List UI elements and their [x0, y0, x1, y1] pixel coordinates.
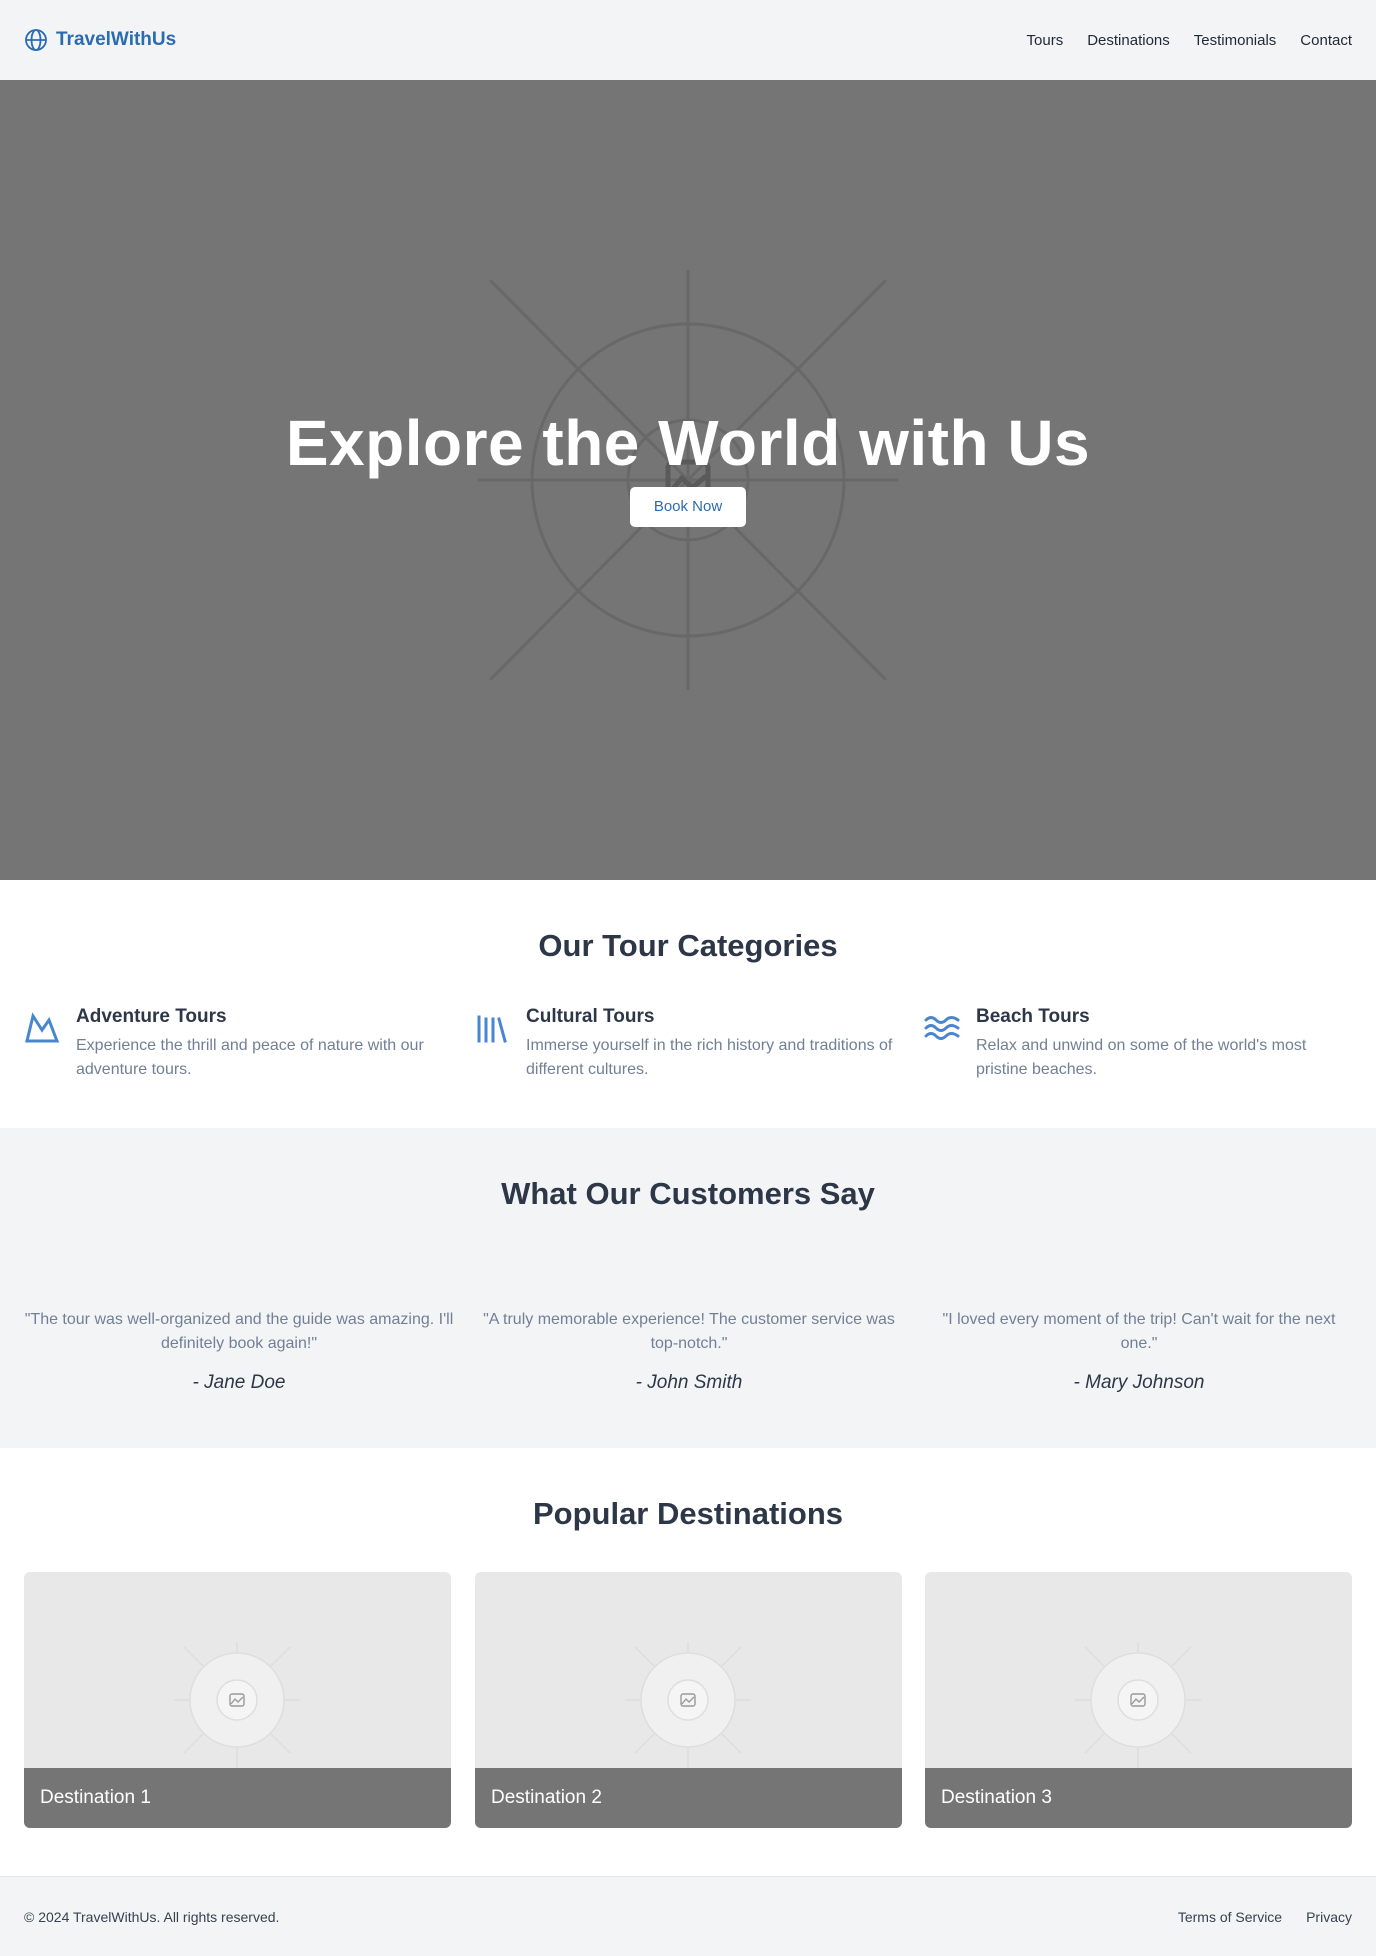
image-placeholder-icon: [1075, 1642, 1201, 1768]
testimonials-title: What Our Customers Say: [501, 1176, 875, 1211]
nav-testimonials[interactable]: Testimonials: [1194, 32, 1277, 49]
destination-label: Destination 1: [24, 1768, 451, 1828]
testimonial-card: "The tour was well-organized and the gui…: [24, 1308, 454, 1394]
books-icon: [474, 1010, 510, 1046]
testimonial-card: "I loved every moment of the trip! Can't…: [924, 1308, 1354, 1394]
testimonial-author: - John Smith: [635, 1372, 743, 1393]
terms-link[interactable]: Terms of Service: [1178, 1909, 1282, 1925]
testimonial-card: "A truly memorable experience! The custo…: [474, 1308, 904, 1394]
destination-label: Destination 3: [925, 1768, 1352, 1828]
category-beach[interactable]: Beach Tours Relax and unwind on some of …: [924, 1006, 1354, 1082]
category-title: Beach Tours: [976, 1006, 1090, 1027]
categories-title: Our Tour Categories: [538, 928, 838, 963]
category-cultural[interactable]: Cultural Tours Immerse yourself in the r…: [474, 1006, 904, 1082]
category-desc: Immerse yourself in the rich history and…: [526, 1037, 893, 1078]
category-title: Cultural Tours: [526, 1006, 655, 1027]
destinations-section: Popular Destinations Destination 1 Desti…: [0, 1448, 1376, 1876]
destination-card-1[interactable]: Destination 1: [24, 1572, 451, 1828]
category-title: Adventure Tours: [76, 1006, 227, 1027]
testimonial-author: - Mary Johnson: [1073, 1372, 1205, 1393]
book-now-button[interactable]: Book Now: [630, 487, 746, 528]
category-desc: Relax and unwind on some of the world's …: [976, 1037, 1307, 1078]
brand-link[interactable]: TravelWithUs: [24, 28, 176, 52]
image-placeholder-icon: [625, 1642, 751, 1768]
waves-icon: [924, 1010, 960, 1046]
privacy-link[interactable]: Privacy: [1306, 1909, 1352, 1925]
main-nav: Tours Destinations Testimonials Contact: [1027, 32, 1352, 49]
mountain-icon: [24, 1010, 60, 1046]
testimonial-quote: "A truly memorable experience! The custo…: [483, 1311, 895, 1352]
brand-name: TravelWithUs: [56, 29, 177, 50]
destinations-title: Popular Destinations: [532, 1496, 844, 1531]
hero-content: Explore the World with Us Book Now: [0, 407, 1376, 528]
testimonial-quote: "I loved every moment of the trip! Can't…: [942, 1311, 1336, 1352]
site-header: TravelWithUs Tours Destinations Testimon…: [0, 0, 1376, 80]
nav-tours[interactable]: Tours: [1027, 32, 1064, 49]
copyright-text: © 2024 TravelWithUs. All rights reserved…: [24, 1908, 280, 1925]
hero-section: Explore the World with Us Book Now: [0, 80, 1376, 880]
category-adventure[interactable]: Adventure Tours Experience the thrill an…: [24, 1006, 454, 1082]
footer-links: Terms of Service Privacy: [1178, 1909, 1352, 1925]
nav-destinations[interactable]: Destinations: [1087, 32, 1170, 49]
testimonial-quote: "The tour was well-organized and the gui…: [24, 1311, 454, 1352]
globe-icon: [24, 28, 48, 52]
site-footer: © 2024 TravelWithUs. All rights reserved…: [0, 1876, 1376, 1956]
destination-card-2[interactable]: Destination 2: [475, 1572, 902, 1828]
testimonial-author: - Jane Doe: [192, 1372, 286, 1393]
nav-contact[interactable]: Contact: [1300, 32, 1352, 49]
category-desc: Experience the thrill and peace of natur…: [76, 1037, 424, 1078]
destination-card-3[interactable]: Destination 3: [925, 1572, 1352, 1828]
testimonials-section: What Our Customers Say "The tour was wel…: [0, 1128, 1376, 1448]
hero-title: Explore the World with Us: [285, 407, 1091, 479]
destination-label: Destination 2: [475, 1768, 902, 1828]
tour-categories-section: Our Tour Categories Adventure Tours Expe…: [0, 880, 1376, 1128]
image-placeholder-icon: [174, 1642, 300, 1768]
